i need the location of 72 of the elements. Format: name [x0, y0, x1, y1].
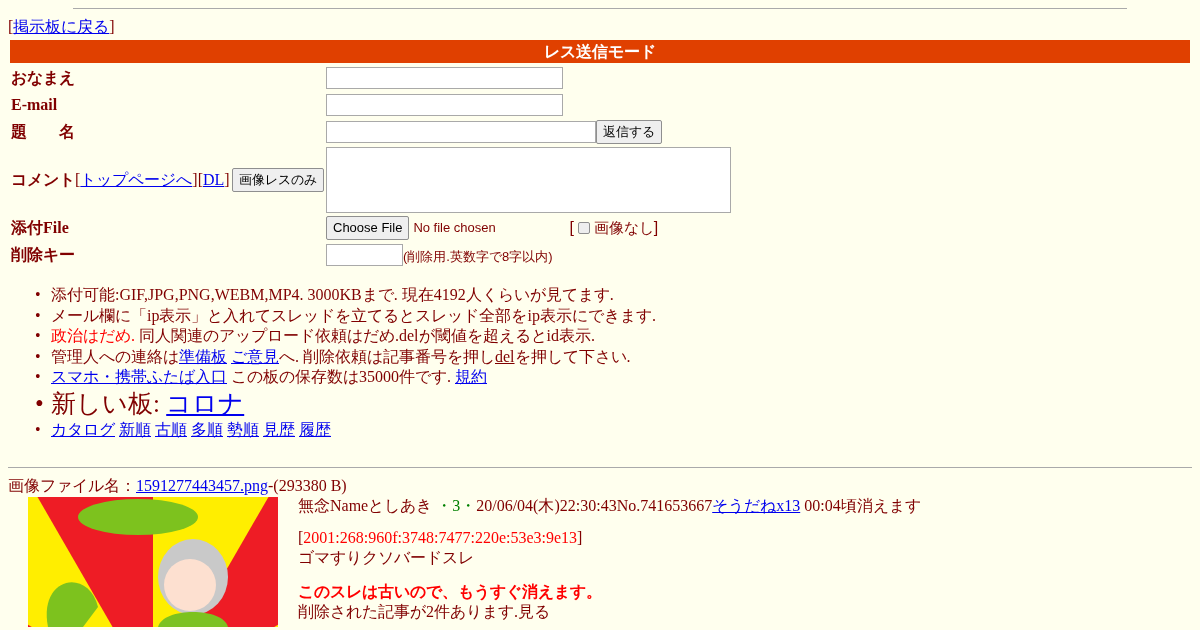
file-size: -(293380 B): [268, 476, 347, 494]
link[interactable]: 勢順: [227, 420, 259, 438]
link[interactable]: del: [495, 347, 515, 365]
no-image-checkbox[interactable]: [577, 222, 590, 234]
link[interactable]: 新順: [119, 420, 151, 438]
warning-text: 政治はだめ.: [51, 327, 135, 345]
ip-address: 2001:268:960f:3748:7477:220e:53e3:9e13: [303, 528, 578, 546]
bracket: [: [75, 170, 81, 190]
text: 添付可能:GIF,JPG,PNG,WEBM,MP4. 3000KBまで. 現在4192人くらいが見てます.: [51, 286, 614, 303]
link[interactable]: 見歴: [263, 420, 295, 438]
checkbox-label: 画像なし: [593, 217, 654, 238]
bullet: •: [35, 285, 42, 305]
text: を押して下さい.: [514, 347, 631, 365]
reply-count: ・3・: [436, 496, 477, 514]
bracket: ]: [224, 170, 230, 190]
text: 20/06/04(木)22:30:43No.741653667: [476, 496, 713, 514]
link[interactable]: カタログ: [51, 420, 115, 438]
deleted-note: 削除された記事が2件あります.見る: [298, 601, 551, 622]
text: 無念Nameとしあき: [298, 496, 434, 514]
field-label: 削除キー: [10, 245, 76, 265]
link[interactable]: 規約: [455, 368, 487, 386]
comment-field[interactable]: [326, 147, 731, 213]
link[interactable]: 履歴: [299, 420, 331, 438]
image-only-button[interactable]: 画像レスのみ: [231, 168, 324, 192]
back-link[interactable]: 掲示板に戻る: [13, 18, 110, 35]
bullet: •: [35, 305, 42, 326]
reply-button[interactable]: 返信する: [596, 120, 662, 144]
bracket: ]: [653, 218, 659, 238]
bullet: •: [35, 346, 42, 367]
email-field[interactable]: [326, 94, 563, 116]
link[interactable]: 多順: [191, 420, 223, 438]
bullet: •: [35, 367, 42, 388]
file-link[interactable]: 1591277443457.png: [136, 476, 268, 494]
text: この板の保存数は35000件です.: [230, 368, 452, 386]
link[interactable]: DL: [203, 168, 225, 192]
field-label: E-mail: [10, 95, 59, 115]
link[interactable]: トップページへ: [80, 168, 193, 192]
hint-text: (削除用.英数字で8字以内): [403, 247, 553, 266]
subject-field[interactable]: [326, 121, 596, 143]
text: 新しい板:: [51, 389, 161, 417]
bracket: ]: [577, 528, 583, 546]
bracket: ]: [109, 18, 115, 35]
link[interactable]: 古順: [155, 420, 187, 438]
field-label: おなまえ: [10, 68, 76, 89]
bullet: •: [35, 388, 45, 419]
field-label: コメント: [11, 170, 75, 190]
form-header: レス送信モード: [10, 40, 1190, 63]
link[interactable]: スマホ・携帯ふたば入口: [51, 368, 227, 386]
delete-key-field[interactable]: [326, 244, 403, 266]
name-field[interactable]: [326, 67, 563, 89]
text: へ. 削除依頼は記事番号を押し: [279, 347, 495, 365]
file-status: No file chosen: [413, 219, 497, 238]
bullet: •: [35, 326, 42, 347]
text: メール欄に「ip表示」と入れてスレッドを立てるとスレッド全部をip表示にできます.: [51, 306, 656, 324]
link[interactable]: 準備板: [179, 347, 227, 365]
text: 00:04頃消えます: [803, 496, 921, 514]
link[interactable]: そうだねx13: [712, 496, 801, 514]
link[interactable]: コロナ: [166, 389, 245, 417]
bracket: [: [8, 18, 14, 35]
label: 画像ファイル名：: [8, 476, 136, 494]
bracket: [: [298, 528, 304, 546]
field-label: 添付File: [10, 218, 70, 238]
post-body: ゴマすりクソバードスレ: [298, 547, 475, 568]
bullet: •: [35, 419, 42, 440]
expiry-warning: このスレは古いので、もうすぐ消えます。: [298, 581, 603, 602]
choose-file-button[interactable]: Choose File: [326, 216, 410, 240]
text: 同人関連のアップロード依頼はだめ.delが閾値を超えるとid表示.: [138, 327, 595, 345]
field-label: 題 名: [10, 122, 76, 142]
text: 管理人への連絡は: [51, 347, 179, 365]
link[interactable]: ご意見: [231, 347, 279, 365]
bracket: [: [569, 218, 574, 238]
bracket: ][: [192, 170, 203, 190]
